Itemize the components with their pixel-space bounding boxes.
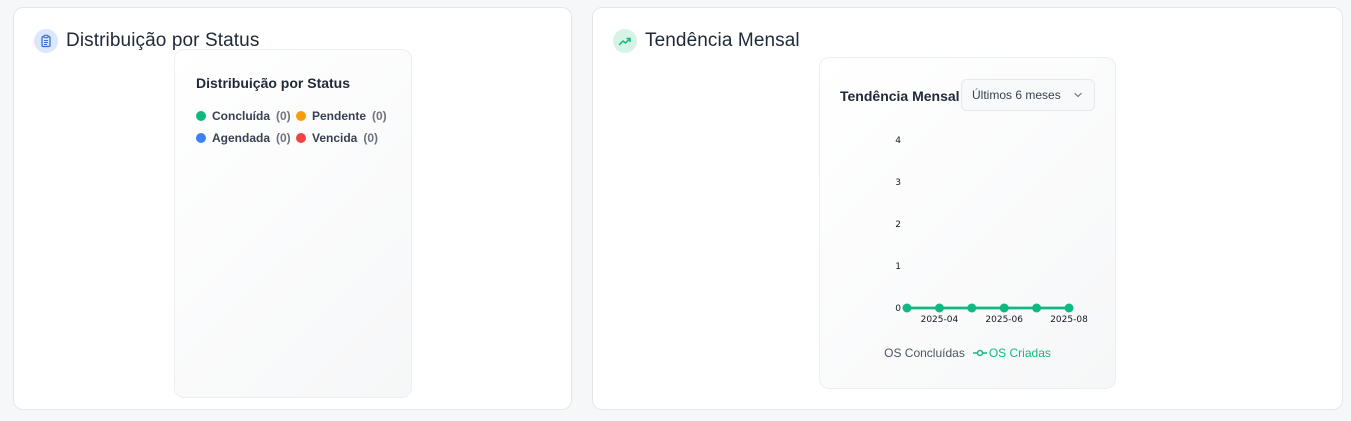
trending-up-icon bbox=[613, 29, 637, 53]
legend-item-pendente[interactable]: Pendente (0) bbox=[296, 109, 396, 123]
legend-label: Pendente bbox=[312, 109, 367, 123]
legend-label: Concluída bbox=[212, 109, 271, 123]
data-point bbox=[1032, 303, 1042, 313]
legend-dot-agendada bbox=[196, 133, 206, 143]
legend-label: OS Concluídas bbox=[884, 346, 965, 360]
status-chart-panel: Distribuição por Status Concluída (0) Pe… bbox=[174, 49, 412, 398]
legend-count: (0) bbox=[276, 109, 291, 123]
status-legend: Concluída (0) Pendente (0) Agendada (0) … bbox=[196, 109, 396, 145]
data-point bbox=[934, 303, 944, 313]
legend-item-vencida[interactable]: Vencida (0) bbox=[296, 131, 396, 145]
data-point bbox=[967, 303, 977, 313]
legend-count: (0) bbox=[363, 131, 379, 145]
trend-card-title: Tendência Mensal bbox=[645, 30, 800, 51]
clipboard-icon bbox=[34, 29, 58, 53]
trend-line-chart: 0 1 2 3 4 2025-04 2025-06 2025-08 bbox=[895, 136, 1088, 325]
legend-label: Agendada bbox=[212, 131, 271, 145]
legend-os-concluidas[interactable]: OS Concluídas bbox=[884, 346, 965, 360]
x-tick-label: 2025-06 bbox=[985, 315, 1023, 325]
monthly-trend-card: Tendência Mensal Tendência Mensal Último… bbox=[592, 7, 1343, 410]
legend-count: (0) bbox=[276, 131, 291, 145]
legend-dot-concluida bbox=[196, 111, 206, 121]
trend-chart-panel: Tendência Mensal Últimos 6 meses 0 1 2 3 4 20… bbox=[819, 57, 1116, 389]
y-tick-label: 3 bbox=[895, 178, 901, 188]
trend-chart-legend: OS Concluídas OS Criadas bbox=[820, 346, 1115, 360]
y-tick-label: 0 bbox=[895, 304, 901, 314]
y-tick-label: 4 bbox=[895, 136, 901, 146]
legend-label: Vencida bbox=[312, 131, 358, 145]
legend-dot-pendente bbox=[296, 111, 306, 121]
data-point bbox=[902, 303, 912, 313]
legend-label: OS Criadas bbox=[988, 346, 1051, 360]
legend-count: (0) bbox=[372, 109, 387, 123]
status-chart-title: Distribuição por Status bbox=[196, 75, 351, 91]
legend-os-criadas[interactable]: OS Criadas bbox=[972, 346, 1051, 360]
legend-item-agendada[interactable]: Agendada (0) bbox=[196, 131, 296, 145]
status-distribution-card: Distribuição por Status Distribuição por… bbox=[13, 7, 572, 410]
data-point bbox=[1064, 303, 1074, 313]
data-point bbox=[999, 303, 1009, 313]
y-tick-label: 1 bbox=[895, 262, 901, 272]
line-dot-icon bbox=[972, 349, 987, 357]
legend-dot-vencida bbox=[296, 133, 306, 143]
legend-item-concluida[interactable]: Concluída (0) bbox=[196, 109, 296, 123]
y-tick-label: 2 bbox=[895, 220, 901, 230]
trend-card-header: Tendência Mensal bbox=[613, 29, 800, 53]
x-tick-label: 2025-04 bbox=[921, 315, 959, 325]
x-tick-label: 2025-08 bbox=[1050, 315, 1088, 325]
